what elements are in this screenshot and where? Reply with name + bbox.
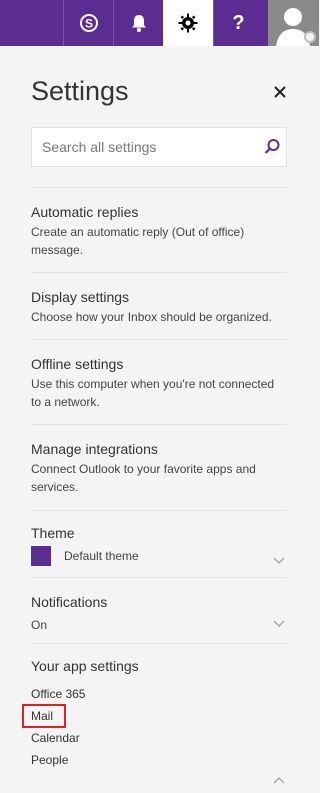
setting-title: Automatic replies: [31, 204, 139, 220]
divider: [31, 339, 287, 340]
link-calendar[interactable]: Calendar: [31, 731, 80, 745]
setting-title: Offline settings: [31, 356, 124, 372]
settings-panel: Settings Automatic replies Create an aut…: [0, 46, 319, 793]
chevron-down-icon[interactable]: [272, 619, 286, 629]
svg-text:S: S: [84, 17, 92, 31]
link-office-365[interactable]: Office 365: [31, 687, 85, 701]
avatar[interactable]: [268, 0, 319, 46]
page-title: Settings: [31, 76, 129, 106]
divider: [31, 643, 287, 644]
notifications-button[interactable]: [113, 0, 163, 46]
help-button[interactable]: ?: [213, 0, 263, 46]
setting-description: Create an automatic reply (Out of office…: [31, 225, 245, 257]
skype-button[interactable]: S: [63, 0, 113, 46]
notifications-value: On: [31, 618, 48, 632]
setting-description: Choose how your Inbox should be organize…: [31, 310, 272, 324]
presence-status-icon: [304, 31, 316, 43]
link-people[interactable]: People: [31, 753, 68, 767]
gear-icon: [178, 13, 198, 33]
notifications-label: Notifications: [31, 594, 108, 610]
chevron-down-icon[interactable]: [272, 556, 286, 566]
skype-icon: S: [79, 14, 98, 32]
divider: [31, 272, 287, 273]
top-bar: S ?: [0, 0, 319, 46]
setting-display-settings[interactable]: Display settings Choose how your Inbox s…: [31, 288, 287, 326]
divider: [31, 187, 287, 188]
divider: [31, 577, 287, 578]
divider: [31, 510, 287, 511]
theme-label: Theme: [31, 525, 75, 541]
divider: [31, 424, 287, 425]
setting-offline-settings[interactable]: Offline settings Use this computer when …: [31, 355, 287, 411]
theme-value: Default theme: [64, 549, 139, 563]
close-button[interactable]: [268, 80, 292, 104]
setting-description: Use this computer when you're not connec…: [31, 377, 275, 409]
search-input[interactable]: [32, 128, 252, 166]
link-mail[interactable]: Mail: [31, 709, 53, 723]
theme-swatch: [31, 546, 51, 566]
setting-title: Manage integrations: [31, 441, 158, 457]
setting-manage-integrations[interactable]: Manage integrations Connect Outlook to y…: [31, 440, 287, 496]
help-icon: ?: [232, 11, 245, 34]
search-icon[interactable]: [262, 137, 282, 157]
app-settings-heading: Your app settings: [31, 658, 139, 674]
setting-automatic-replies[interactable]: Automatic replies Create an automatic re…: [31, 203, 287, 259]
setting-title: Display settings: [31, 289, 130, 305]
setting-description: Connect Outlook to your favorite apps an…: [31, 462, 256, 494]
bell-icon: [131, 15, 146, 32]
settings-button[interactable]: [163, 0, 213, 46]
chevron-up-icon[interactable]: [272, 775, 286, 785]
search-box: [31, 127, 287, 167]
close-icon: [274, 86, 286, 98]
